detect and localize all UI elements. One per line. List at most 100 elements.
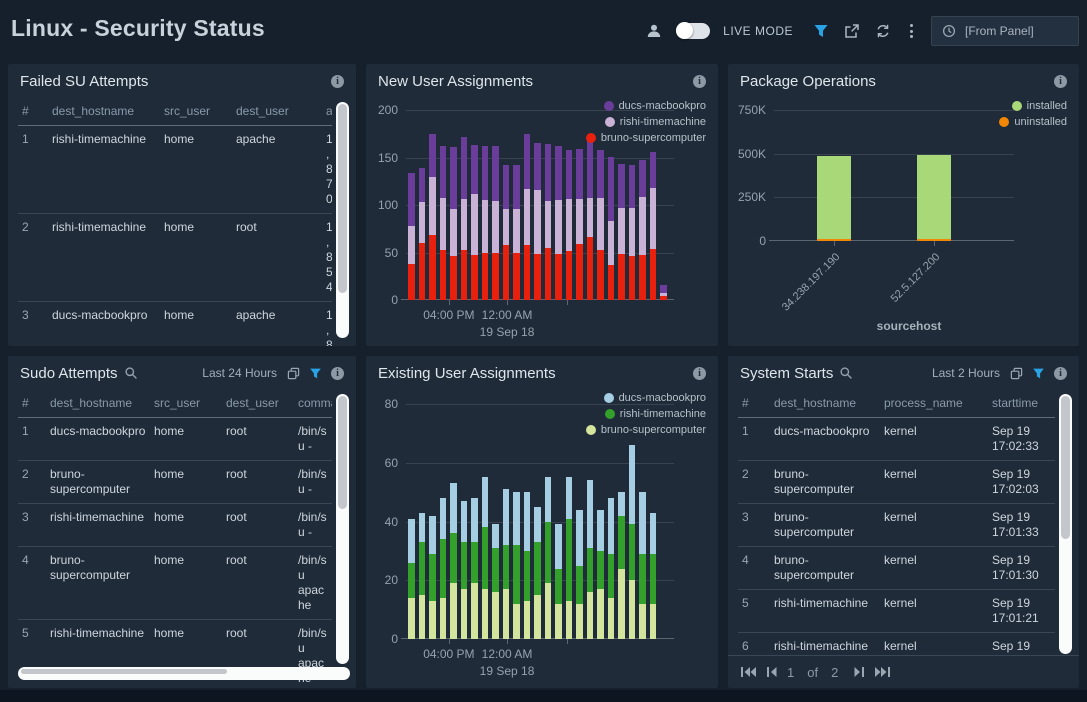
scrollbar-thumb[interactable]: [1061, 396, 1070, 539]
bar[interactable]: [608, 498, 615, 639]
column-header[interactable]: dest_hostname: [770, 390, 880, 418]
info-icon[interactable]: i: [1054, 367, 1067, 380]
info-icon[interactable]: i: [1054, 75, 1067, 88]
table-row[interactable]: 2bruno-supercomputerkernelSep 19 17:02:0…: [738, 461, 1055, 504]
legend-item[interactable]: rishi-timemachine: [605, 116, 706, 128]
bar[interactable]: [917, 155, 951, 241]
bar[interactable]: [440, 498, 447, 639]
bar[interactable]: [587, 139, 594, 300]
bar[interactable]: [503, 489, 510, 639]
column-header[interactable]: #: [18, 390, 46, 418]
bar[interactable]: [492, 524, 499, 639]
zoom-in-icon[interactable]: [839, 366, 853, 380]
bar[interactable]: [471, 498, 478, 639]
bar[interactable]: [555, 524, 562, 639]
bar[interactable]: [524, 134, 531, 300]
table-row[interactable]: 1rishi-timemachinehomeapache1,870: [18, 126, 332, 214]
scrollbar-thumb[interactable]: [21, 669, 227, 674]
bar[interactable]: [639, 492, 646, 639]
bar[interactable]: [419, 513, 426, 639]
more-options-icon[interactable]: [905, 24, 918, 38]
table-row[interactable]: 3bruno-supercomputerkernelSep 19 17:01:3…: [738, 504, 1055, 547]
vertical-scrollbar[interactable]: [336, 394, 349, 664]
horizontal-scrollbar[interactable]: [18, 667, 350, 680]
column-header[interactable]: #: [18, 98, 48, 126]
next-page-button[interactable]: [853, 666, 865, 678]
bar[interactable]: [450, 147, 457, 300]
filter-icon[interactable]: [309, 367, 322, 380]
bar[interactable]: [597, 150, 604, 300]
column-header[interactable]: dest_user: [222, 390, 294, 418]
legend-item[interactable]: ducs-macbookpro: [604, 392, 706, 404]
legend-item[interactable]: uninstalled: [999, 116, 1067, 128]
bar[interactable]: [576, 149, 583, 300]
last-page-button[interactable]: [874, 666, 891, 678]
bar[interactable]: [618, 492, 625, 639]
table-row[interactable]: 1ducs-macbookprohomeroot/bin/su -: [18, 418, 332, 461]
bar[interactable]: [482, 146, 489, 300]
info-icon[interactable]: i: [331, 75, 344, 88]
bar[interactable]: [429, 134, 436, 300]
table-row[interactable]: 4bruno-supercomputerkernelSep 19 17:01:3…: [738, 547, 1055, 590]
bar[interactable]: [587, 480, 594, 639]
table-row[interactable]: 3ducs-macbookprohomeapache1,828: [18, 302, 332, 347]
legend-item[interactable]: installed: [1012, 100, 1067, 112]
bar[interactable]: [576, 510, 583, 639]
user-icon[interactable]: [645, 22, 663, 40]
column-header[interactable]: dest_hostname: [48, 98, 160, 126]
bar[interactable]: [597, 510, 604, 639]
column-header[interactable]: starttime: [988, 390, 1055, 418]
legend-item[interactable]: rishi-timemachine: [605, 408, 706, 420]
filter-icon[interactable]: [1032, 367, 1045, 380]
bar[interactable]: [461, 501, 468, 639]
filter-icon[interactable]: [812, 22, 830, 40]
bar[interactable]: [429, 516, 436, 639]
table-row[interactable]: 1ducs-macbookprokernelSep 19 17:02:33: [738, 418, 1055, 461]
legend-item[interactable]: bruno-supercomputer: [586, 424, 706, 436]
legend-item[interactable]: ducs-macbookpro: [604, 100, 706, 112]
bar[interactable]: [660, 285, 667, 300]
refresh-icon[interactable]: [874, 22, 892, 40]
bar[interactable]: [566, 150, 573, 300]
column-header[interactable]: src_user: [160, 98, 232, 126]
bar[interactable]: [440, 146, 447, 300]
bar[interactable]: [461, 137, 468, 300]
copy-icon[interactable]: [287, 367, 300, 380]
scrollbar-thumb[interactable]: [338, 104, 347, 293]
bar[interactable]: [450, 483, 457, 639]
bar[interactable]: [471, 145, 478, 300]
bar[interactable]: [629, 165, 636, 300]
column-header[interactable]: process_name: [880, 390, 988, 418]
column-header[interactable]: command: [294, 390, 332, 418]
table-row[interactable]: 5rishi-timemachinekernelSep 19 17:01:21: [738, 590, 1055, 633]
legend-item[interactable]: bruno-supercomputer: [586, 132, 706, 144]
column-header[interactable]: dest_user: [232, 98, 322, 126]
column-header[interactable]: dest_hostname: [46, 390, 150, 418]
bar[interactable]: [555, 146, 562, 300]
bar[interactable]: [534, 143, 541, 300]
bar[interactable]: [650, 152, 657, 300]
column-header[interactable]: src_user: [150, 390, 222, 418]
bar[interactable]: [492, 146, 499, 300]
table-row[interactable]: 2rishi-timemachinehomeroot1,854: [18, 214, 332, 302]
bar[interactable]: [629, 445, 636, 639]
bar[interactable]: [482, 477, 489, 639]
column-header[interactable]: attempts: [322, 98, 332, 126]
first-page-button[interactable]: [740, 666, 757, 678]
bar[interactable]: [545, 144, 552, 300]
bar[interactable]: [566, 477, 573, 639]
copy-icon[interactable]: [1010, 367, 1023, 380]
bar[interactable]: [408, 519, 415, 639]
bar[interactable]: [419, 168, 426, 300]
bar[interactable]: [817, 156, 851, 241]
vertical-scrollbar[interactable]: [1059, 394, 1072, 654]
bar[interactable]: [618, 164, 625, 300]
bar[interactable]: [639, 160, 646, 300]
table-row[interactable]: 4bruno-supercomputerhomeroot/bin/su apac…: [18, 547, 332, 620]
bar[interactable]: [650, 513, 657, 639]
info-icon[interactable]: i: [331, 367, 344, 380]
table-row[interactable]: 2bruno-supercomputerhomeroot/bin/su -: [18, 461, 332, 504]
bar[interactable]: [608, 157, 615, 300]
scrollbar-thumb[interactable]: [338, 396, 347, 509]
live-mode-toggle[interactable]: [676, 23, 710, 39]
